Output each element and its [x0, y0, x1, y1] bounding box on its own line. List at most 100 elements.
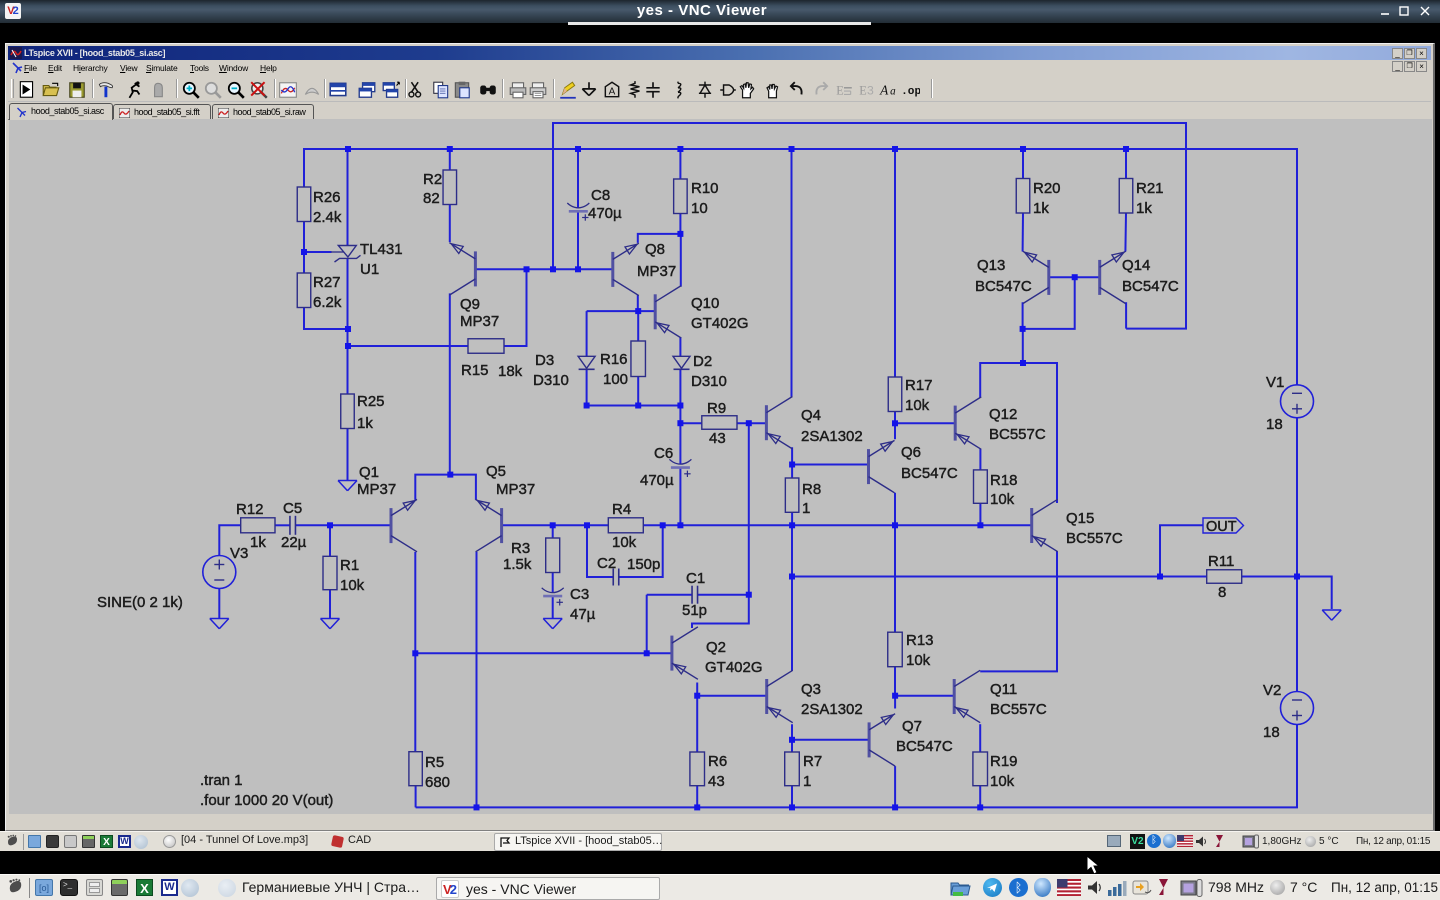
- svg-text:U1: U1: [360, 261, 379, 278]
- svg-text:2SA1302: 2SA1302: [801, 428, 863, 445]
- svg-text:R3: R3: [511, 540, 530, 557]
- svg-text:2SA1302: 2SA1302: [801, 701, 863, 718]
- svg-text:Q7: Q7: [902, 718, 922, 735]
- svg-text:Q11: Q11: [990, 681, 1017, 698]
- svg-text:1: 1: [803, 773, 811, 790]
- svg-text:8: 8: [1218, 584, 1226, 601]
- svg-text:C3: C3: [570, 586, 589, 603]
- svg-text:R4: R4: [612, 501, 631, 518]
- svg-text:R12: R12: [236, 501, 264, 518]
- svg-text:43: 43: [708, 773, 725, 790]
- svg-text:150p: 150p: [627, 556, 660, 573]
- svg-text:R20: R20: [1033, 180, 1061, 197]
- svg-text:Q9: Q9: [460, 296, 480, 313]
- svg-text:TL431: TL431: [360, 241, 403, 258]
- svg-text:D310: D310: [691, 373, 727, 390]
- svg-text:R15: R15: [461, 362, 489, 379]
- svg-text:R21: R21: [1136, 180, 1164, 197]
- svg-text:470µ: 470µ: [588, 205, 622, 222]
- svg-text:C6: C6: [654, 445, 673, 462]
- svg-text:R18: R18: [990, 472, 1018, 489]
- svg-text:R1: R1: [340, 557, 359, 574]
- svg-text:10: 10: [691, 200, 708, 217]
- svg-text:V1: V1: [1266, 374, 1284, 391]
- svg-text:Q3: Q3: [801, 681, 821, 698]
- svg-text:SINE(0 2 1k): SINE(0 2 1k): [97, 594, 183, 611]
- svg-text:Q8: Q8: [645, 241, 665, 258]
- svg-text:MP37: MP37: [637, 263, 676, 280]
- svg-text:R16: R16: [600, 351, 628, 368]
- svg-text:22µ: 22µ: [281, 534, 307, 551]
- svg-text:Q2: Q2: [706, 639, 726, 656]
- svg-text:V3: V3: [230, 545, 248, 562]
- svg-text:18: 18: [1263, 724, 1280, 741]
- svg-text:BC547C: BC547C: [1122, 278, 1179, 295]
- svg-text:R25: R25: [357, 393, 385, 410]
- svg-text:10k: 10k: [612, 534, 637, 551]
- svg-text:BC547C: BC547C: [896, 738, 953, 755]
- svg-text:D3: D3: [535, 352, 554, 369]
- svg-text:18: 18: [1266, 416, 1283, 433]
- svg-text:C2: C2: [597, 555, 616, 572]
- svg-text:680: 680: [425, 774, 450, 791]
- svg-text:R11: R11: [1208, 553, 1234, 570]
- svg-text:Q6: Q6: [901, 444, 921, 461]
- svg-text:R10: R10: [691, 180, 719, 197]
- svg-text:47µ: 47µ: [570, 606, 596, 623]
- svg-text:Q5: Q5: [486, 463, 506, 480]
- svg-text:10k: 10k: [906, 652, 931, 669]
- svg-text:BC547C: BC547C: [901, 465, 958, 482]
- svg-text:10k: 10k: [990, 491, 1015, 508]
- svg-text:GT402G: GT402G: [705, 659, 763, 676]
- svg-text:6.2k: 6.2k: [313, 294, 342, 311]
- svg-text:GT402G: GT402G: [691, 315, 749, 332]
- svg-text:100: 100: [603, 371, 628, 388]
- svg-text:2.4k: 2.4k: [313, 209, 342, 226]
- svg-text:BC557C: BC557C: [989, 426, 1046, 443]
- svg-text:OUT: OUT: [1206, 519, 1237, 535]
- svg-text:R27: R27: [313, 274, 341, 291]
- svg-text:51p: 51p: [682, 602, 707, 619]
- svg-text:Q1: Q1: [359, 464, 379, 481]
- svg-text:BC547C: BC547C: [975, 278, 1032, 295]
- svg-text:470µ: 470µ: [640, 472, 674, 489]
- svg-text:R13: R13: [906, 632, 934, 649]
- svg-text:R5: R5: [425, 754, 444, 771]
- svg-text:R19: R19: [990, 753, 1018, 770]
- svg-text:C5: C5: [283, 500, 302, 517]
- svg-text:18k: 18k: [498, 363, 523, 380]
- svg-text:1k: 1k: [357, 415, 373, 432]
- svg-text:Q4: Q4: [801, 407, 821, 424]
- svg-text:Q15: Q15: [1066, 510, 1094, 527]
- svg-text:.tran 1: .tran 1: [200, 772, 243, 789]
- svg-text:D2: D2: [693, 353, 712, 370]
- svg-text:10k: 10k: [905, 397, 930, 414]
- svg-text:BC557C: BC557C: [990, 701, 1047, 718]
- svg-text:Q12: Q12: [989, 406, 1017, 423]
- svg-text:MP37: MP37: [357, 481, 396, 498]
- svg-text:.four 1000 20 V(out): .four 1000 20 V(out): [200, 792, 333, 809]
- svg-text:R17: R17: [905, 377, 933, 394]
- svg-text:R2: R2: [423, 171, 442, 188]
- svg-text:1k: 1k: [250, 534, 266, 551]
- svg-text:1.5k: 1.5k: [503, 556, 532, 573]
- svg-text:1k: 1k: [1136, 200, 1152, 217]
- svg-text:R6: R6: [708, 753, 727, 770]
- svg-text:43: 43: [709, 430, 726, 447]
- svg-text:R26: R26: [313, 189, 341, 206]
- svg-text:82: 82: [423, 190, 440, 207]
- svg-text:R9: R9: [707, 400, 726, 417]
- svg-text:MP37: MP37: [496, 481, 535, 498]
- svg-text:1: 1: [802, 500, 810, 517]
- svg-text:C1: C1: [686, 570, 705, 587]
- svg-text:10k: 10k: [340, 577, 365, 594]
- svg-text:D310: D310: [533, 372, 569, 389]
- svg-text:Q14: Q14: [1122, 257, 1150, 274]
- svg-text:C8: C8: [591, 187, 610, 204]
- svg-text:R8: R8: [802, 481, 821, 498]
- svg-text:Q13: Q13: [977, 257, 1005, 274]
- svg-text:1k: 1k: [1033, 200, 1049, 217]
- svg-text:V2: V2: [1263, 682, 1281, 699]
- svg-text:Q10: Q10: [691, 295, 719, 312]
- svg-text:BC557C: BC557C: [1066, 530, 1123, 547]
